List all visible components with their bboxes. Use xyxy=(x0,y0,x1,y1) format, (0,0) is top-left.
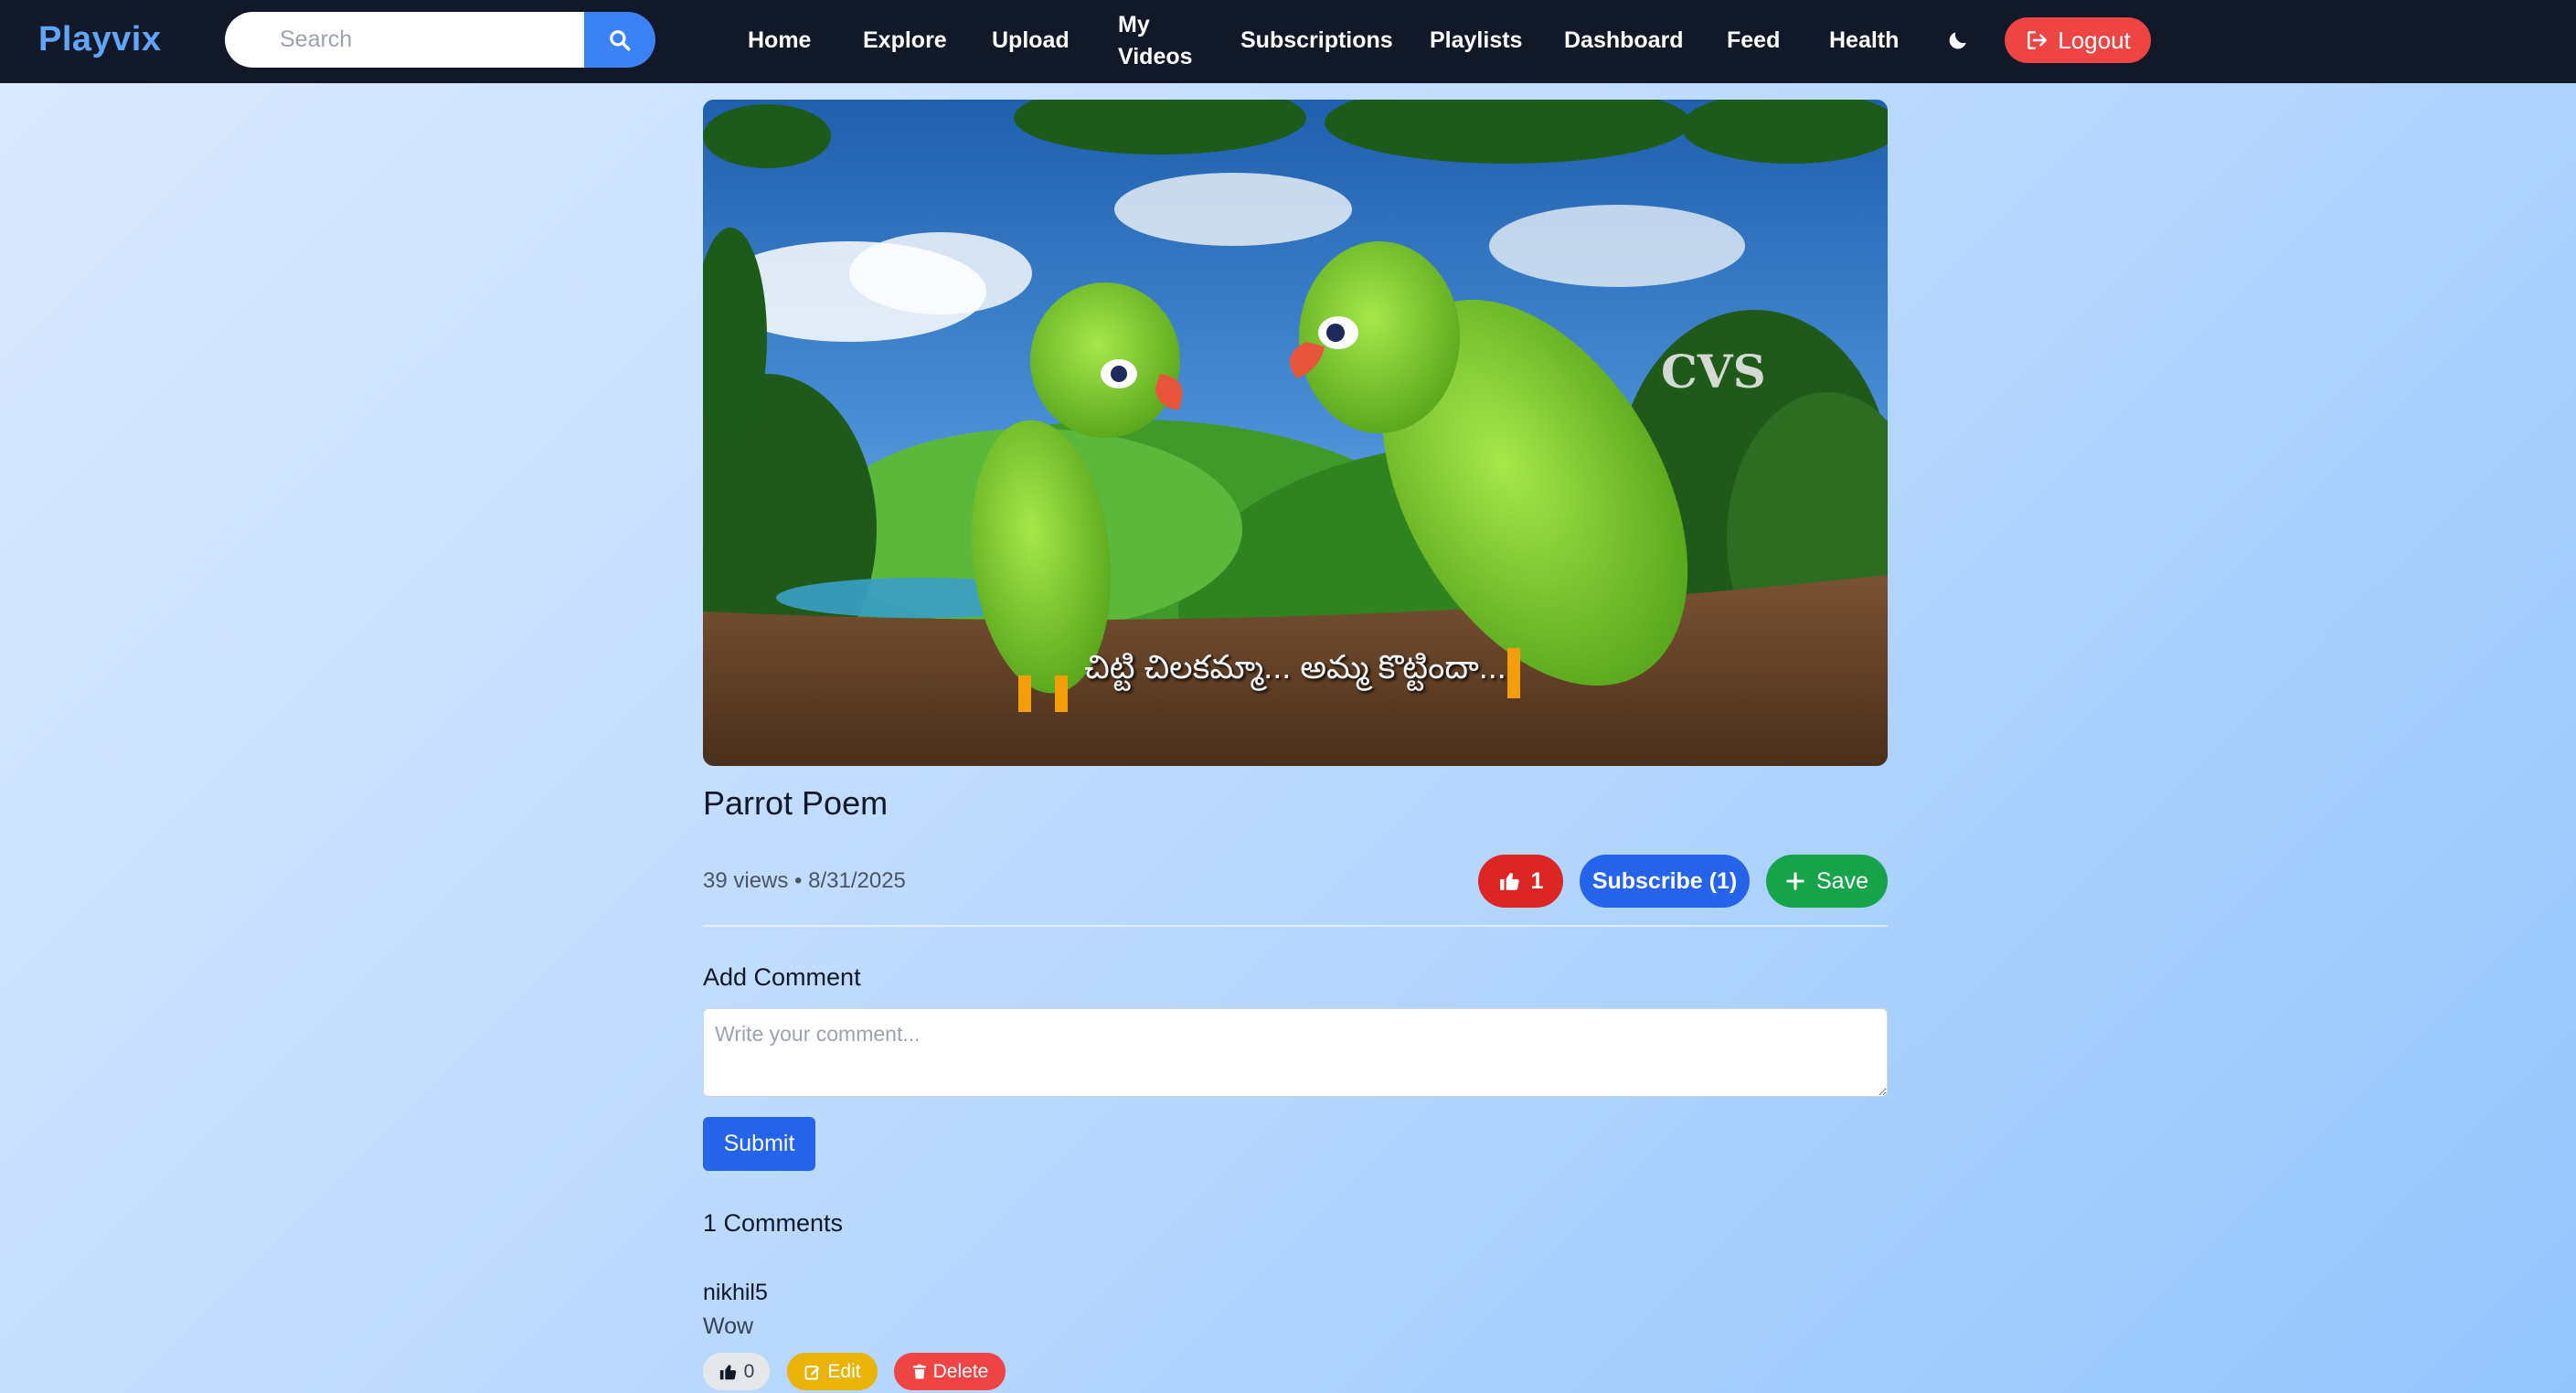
comments-count-heading: 1 Comments xyxy=(703,1209,844,1237)
trash-icon xyxy=(912,1364,926,1378)
video-subtitle: చిట్టి చిలకమ్మా... అమ్మ కొట్టిందా... xyxy=(1084,648,1506,686)
nav-dashboard[interactable]: Dashboard xyxy=(1564,25,1684,57)
comment-like-count: 0 xyxy=(743,1360,755,1382)
submit-comment-button[interactable]: Submit xyxy=(703,1117,815,1171)
brand-logo[interactable]: Playvix xyxy=(38,20,162,59)
comment-like-button[interactable]: 0 xyxy=(703,1353,770,1390)
delete-label: Delete xyxy=(932,1360,989,1382)
save-label: Save xyxy=(1816,867,1868,894)
like-button[interactable]: 1 xyxy=(1478,855,1563,908)
nav-subscriptions[interactable]: Subscriptions xyxy=(1240,25,1393,57)
divider xyxy=(703,925,1888,927)
comment-delete-button[interactable]: Delete xyxy=(894,1353,1006,1390)
edit-icon xyxy=(804,1365,820,1379)
video-meta: 39 views • 8/31/2025 xyxy=(703,868,906,893)
nav-playlists[interactable]: Playlists xyxy=(1430,25,1522,57)
comment-author: nikhil5 xyxy=(703,1280,768,1305)
comment-text: Wow xyxy=(703,1313,754,1339)
nav-explore[interactable]: Explore xyxy=(863,25,947,57)
video-player[interactable]: CVS చిట్టి చిలకమ్మా... అమ్మ కొట్టిందా... xyxy=(703,100,1888,766)
search-icon xyxy=(610,29,631,50)
comment-input[interactable] xyxy=(703,1008,1888,1097)
like-count: 1 xyxy=(1530,867,1544,894)
thumbs-up-icon xyxy=(1499,873,1519,890)
nav-upload[interactable]: Upload xyxy=(992,25,1070,57)
video-title: Parrot Poem xyxy=(703,784,889,822)
navbar: Playvix Home Explore Upload My Videos Su… xyxy=(0,0,2576,83)
theme-toggle-button[interactable] xyxy=(1942,24,1975,57)
logout-button[interactable]: Logout xyxy=(2005,17,2151,63)
nav-my-videos[interactable]: My Videos xyxy=(1118,9,1193,73)
subscribe-button[interactable]: Subscribe (1) xyxy=(1580,855,1750,908)
nav-feed[interactable]: Feed xyxy=(1727,25,1780,57)
logout-label: Logout xyxy=(2058,26,2131,54)
moon-icon xyxy=(1949,32,1966,49)
search-input[interactable] xyxy=(225,12,584,68)
search-bar xyxy=(225,12,655,68)
nav-health[interactable]: Health xyxy=(1829,25,1899,57)
logout-icon xyxy=(2028,31,2048,49)
search-button[interactable] xyxy=(584,12,655,68)
save-button[interactable]: Save xyxy=(1766,855,1888,908)
add-comment-heading: Add Comment xyxy=(703,963,861,991)
plus-icon xyxy=(1786,872,1804,890)
video-watermark: CVS xyxy=(1661,345,1766,399)
edit-label: Edit xyxy=(827,1360,861,1382)
comment-edit-button[interactable]: Edit xyxy=(787,1353,878,1390)
nav-home[interactable]: Home xyxy=(748,25,811,57)
thumbs-up-icon xyxy=(719,1364,736,1379)
